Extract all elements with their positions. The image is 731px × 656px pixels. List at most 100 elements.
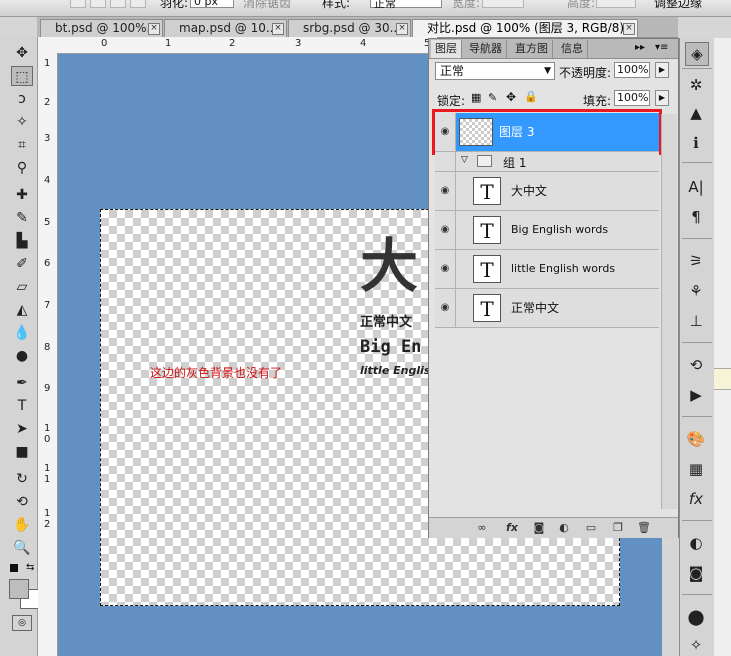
lasso-tool-icon[interactable]: ↄ — [11, 89, 33, 109]
3d-orbit-tool-icon[interactable]: ⟲ — [11, 492, 33, 512]
zoom-tool-icon[interactable]: 🔍 — [11, 538, 33, 558]
default-colors-icon[interactable] — [10, 564, 18, 572]
adjustment-layer-icon[interactable]: ◐ — [557, 521, 571, 535]
close-icon[interactable]: × — [148, 23, 160, 35]
crop-tool-icon[interactable]: ⌗ — [11, 135, 33, 155]
layer-mask-icon[interactable]: ◙ — [532, 521, 546, 535]
path-selection-tool-icon[interactable]: ➤ — [11, 419, 33, 439]
character-panel-icon[interactable]: A| — [685, 176, 707, 198]
height-input[interactable] — [596, 0, 636, 8]
delete-layer-icon[interactable]: 🗑 — [637, 521, 651, 535]
refine-edge-button[interactable]: 调整边缘 — [654, 0, 702, 11]
opacity-input[interactable]: 100% — [614, 62, 650, 78]
navigator-icon[interactable]: ✲ — [685, 74, 707, 96]
blend-mode-select[interactable]: 正常 ▼ — [435, 62, 555, 80]
layer-row[interactable]: ◉ T Big English words — [435, 211, 659, 250]
swatches-icon[interactable]: ▦ — [685, 458, 707, 480]
actions-icon[interactable]: ▶ — [685, 384, 707, 406]
link-layers-icon[interactable]: ∞ — [475, 521, 489, 535]
brush-tool-icon[interactable]: ✎ — [11, 208, 33, 228]
antialias-label[interactable]: 消除锯齿 — [243, 0, 291, 11]
masks-icon[interactable]: ◙ — [685, 562, 707, 584]
layers-empty-area[interactable] — [435, 328, 659, 516]
layer-row[interactable]: ◉ T 正常中文 — [435, 289, 659, 328]
lock-position-icon[interactable]: ✥ — [506, 90, 516, 104]
selection-mode-intersect-icon[interactable] — [130, 0, 146, 8]
layer-row[interactable]: ◉ T 大中文 — [435, 172, 659, 211]
swap-colors-icon[interactable]: ⇆ — [26, 562, 34, 573]
type-tool-icon[interactable]: T — [11, 396, 33, 416]
layers-scrollbar[interactable] — [661, 114, 677, 509]
feather-input[interactable]: 0 px — [190, 0, 234, 8]
paragraph-panel-icon[interactable]: ¶ — [685, 206, 707, 228]
visibility-eye-icon[interactable]: ◉ — [435, 250, 456, 288]
eraser-tool-icon[interactable]: ▱ — [11, 277, 33, 297]
collapse-panel-icon[interactable]: ▸▸ — [635, 42, 645, 53]
histogram-icon[interactable]: ▲ — [685, 102, 707, 124]
brush-presets-icon[interactable]: ⚞ — [685, 250, 707, 272]
ruler-label: 6 — [44, 258, 51, 269]
close-icon[interactable]: × — [272, 23, 284, 35]
visibility-eye-icon[interactable] — [435, 152, 456, 171]
tab-info[interactable]: 信息 — [557, 40, 588, 58]
dodge-tool-icon[interactable]: ● — [11, 346, 33, 366]
selection-mode-new-icon[interactable] — [70, 0, 86, 8]
paint-bucket-tool-icon[interactable]: ◭ — [11, 300, 33, 320]
3d-rotate-tool-icon[interactable]: ↻ — [11, 469, 33, 489]
visibility-eye-icon[interactable]: ◉ — [435, 172, 456, 210]
close-icon[interactable]: × — [623, 23, 635, 35]
info-icon[interactable]: ℹ — [685, 132, 707, 154]
tab-duibi-psd[interactable]: 对比.psd @ 100% (图层 3, RGB/8) * × — [412, 19, 638, 37]
tab-bt-psd[interactable]: bt.psd @ 100%... × — [40, 19, 163, 37]
adjustments-icon[interactable]: ◐ — [685, 532, 707, 554]
channels-icon[interactable]: ⬤ — [685, 606, 707, 628]
lock-image-icon[interactable]: ✎ — [488, 91, 497, 104]
tab-map-psd[interactable]: map.psd @ 10... × — [164, 19, 287, 37]
hand-tool-icon[interactable]: ✋ — [11, 515, 33, 535]
color-panel-icon[interactable]: 🎨 — [685, 428, 707, 450]
layers-panel-icon[interactable]: ◈ — [685, 42, 709, 66]
move-tool-icon[interactable]: ✥ — [11, 43, 33, 63]
history-icon[interactable]: ⟲ — [685, 354, 707, 376]
style-select[interactable]: 正常 — [370, 0, 442, 10]
clone-source-icon[interactable]: ⚘ — [685, 280, 707, 302]
pen-tool-icon[interactable]: ✒ — [11, 373, 33, 393]
opacity-slider-arrow-icon[interactable]: ▶ — [655, 62, 669, 78]
tab-srbg-psd[interactable]: srbg.psd @ 30... × — [288, 19, 411, 37]
marquee-tool-icon[interactable]: ⬚ — [11, 66, 33, 86]
magic-wand-tool-icon[interactable]: ✧ — [11, 112, 33, 132]
selection-mode-subtract-icon[interactable] — [110, 0, 126, 8]
expand-group-icon[interactable]: ▽ — [461, 155, 468, 165]
healing-brush-tool-icon[interactable]: ✚ — [11, 185, 33, 205]
lock-transparent-icon[interactable]: ▦ — [471, 91, 481, 104]
fill-input[interactable]: 100% — [614, 90, 650, 106]
paths-icon[interactable]: ✧ — [685, 634, 707, 656]
tab-histogram[interactable]: 直方图 — [511, 40, 553, 58]
blur-tool-icon[interactable]: 💧 — [11, 323, 33, 343]
history-brush-tool-icon[interactable]: ✐ — [11, 254, 33, 274]
quick-mask-icon[interactable]: ◎ — [12, 615, 32, 631]
lock-all-icon[interactable]: 🔒 — [524, 90, 538, 103]
tab-layers[interactable]: 图层 — [431, 40, 462, 58]
width-input[interactable] — [482, 0, 524, 8]
tab-navigator[interactable]: 导航器 — [465, 40, 507, 58]
close-icon[interactable]: × — [396, 23, 408, 35]
layer-style-icon[interactable]: fx — [505, 521, 519, 535]
visibility-eye-icon[interactable]: ◉ — [435, 289, 456, 327]
fill-slider-arrow-icon[interactable]: ▶ — [655, 90, 669, 106]
eyedropper-tool-icon[interactable]: ⚲ — [11, 158, 33, 178]
foreground-color-swatch[interactable] — [9, 579, 29, 599]
rectangle-tool-icon[interactable]: ■ — [11, 442, 33, 462]
selection-mode-add-icon[interactable] — [90, 0, 106, 8]
new-layer-icon[interactable]: ❐ — [611, 521, 625, 535]
layer-group-row[interactable]: ▽ 组 1 — [435, 152, 659, 172]
layer-row[interactable]: ◉ T little English words — [435, 250, 659, 289]
panel-menu-icon[interactable]: ▾≡ — [655, 42, 668, 53]
new-group-icon[interactable]: ▭ — [584, 521, 598, 535]
styles-panel-icon[interactable]: fx — [685, 488, 707, 510]
visibility-eye-icon[interactable]: ◉ — [435, 113, 456, 151]
visibility-eye-icon[interactable]: ◉ — [435, 211, 456, 249]
clone-stamp-tool-icon[interactable]: ▙ — [11, 231, 33, 251]
layer-row-selected[interactable]: ◉ 图层 3 — [435, 113, 659, 152]
tool-presets-icon[interactable]: ⊥ — [685, 310, 707, 332]
